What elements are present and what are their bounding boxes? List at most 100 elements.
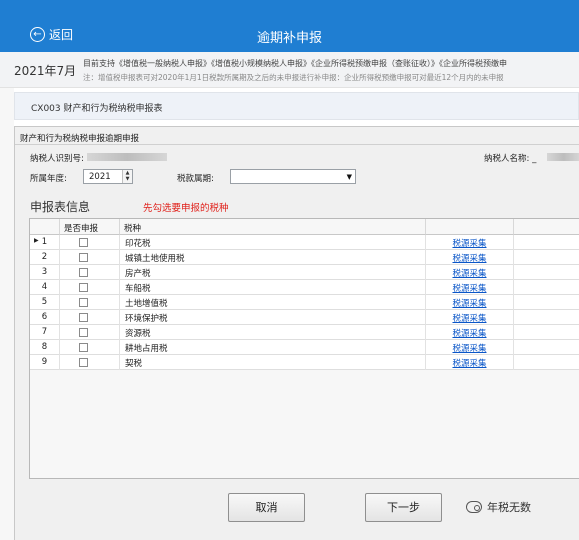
row-number: 6 bbox=[30, 310, 60, 325]
col-header-collect bbox=[426, 219, 514, 235]
tax-type-cell: 印花税 bbox=[120, 235, 426, 250]
tax-type-cell: 资源税 bbox=[120, 325, 426, 340]
collect-link[interactable]: 税源采集 bbox=[426, 295, 514, 310]
col-header-tax-type: 税种 bbox=[120, 219, 426, 235]
collect-link[interactable]: 税源采集 bbox=[426, 265, 514, 280]
cancel-button[interactable]: 取消 bbox=[228, 493, 305, 522]
form-code-bar: CX003 财产和行为税纳税申报表 bbox=[14, 92, 579, 120]
table-row[interactable]: 2 城镇土地使用税 税源采集 bbox=[30, 250, 579, 265]
collect-link[interactable]: 税源采集 bbox=[426, 325, 514, 340]
row-pointer-icon: ▶ bbox=[34, 237, 39, 244]
left-strip bbox=[0, 88, 14, 540]
row-number-text: 1 bbox=[41, 237, 48, 247]
table-row[interactable]: 8 耕地占用税 税源采集 bbox=[30, 340, 579, 355]
collect-link[interactable]: 税源采集 bbox=[426, 250, 514, 265]
declare-cell bbox=[60, 310, 120, 325]
declare-checkbox[interactable] bbox=[79, 358, 88, 367]
taxpayer-id-label: 纳税人识别号: bbox=[30, 154, 84, 164]
notice-text: 目前支持《增值税一般纳税人申报》《增值税小规模纳税人申报》《企业所得税预缴申报（… bbox=[83, 59, 507, 68]
declare-cell bbox=[60, 265, 120, 280]
row-number: 2 bbox=[30, 250, 60, 265]
declare-checkbox[interactable] bbox=[79, 298, 88, 307]
top-header: ← 返回 逾期补申报 bbox=[0, 0, 579, 52]
declare-checkbox[interactable] bbox=[79, 313, 88, 322]
row-number-text: 3 bbox=[41, 267, 48, 277]
extra-cell bbox=[514, 310, 579, 325]
declare-checkbox[interactable] bbox=[79, 328, 88, 337]
row-number: 5 bbox=[30, 295, 60, 310]
collect-link[interactable]: 税源采集 bbox=[426, 235, 514, 250]
table-row[interactable]: 9 契税 税源采集 bbox=[30, 355, 579, 370]
tax-type-grid: 是否申报 税种 ▶ 1 印花税 税源采集 2 城镇土地使用税 税源采集 3 房产税 税源采集 4 车船… bbox=[29, 218, 579, 479]
tax-type-cell: 耕地占用税 bbox=[120, 340, 426, 355]
declare-checkbox[interactable] bbox=[79, 283, 88, 292]
table-row[interactable]: 4 车船税 税源采集 bbox=[30, 280, 579, 295]
year-label: 所属年度: bbox=[30, 174, 67, 184]
period-select[interactable]: ▼ bbox=[230, 169, 356, 184]
watermark-text: 年税无数 bbox=[487, 501, 531, 514]
table-row[interactable]: 6 环境保护税 税源采集 bbox=[30, 310, 579, 325]
collect-link[interactable]: 税源采集 bbox=[426, 310, 514, 325]
declare-cell bbox=[60, 295, 120, 310]
wechat-icon bbox=[466, 501, 482, 513]
declare-checkbox[interactable] bbox=[79, 238, 88, 247]
declare-cell bbox=[60, 340, 120, 355]
row-number: 3 bbox=[30, 265, 60, 280]
next-button[interactable]: 下一步 bbox=[365, 493, 442, 522]
window-divider bbox=[15, 144, 579, 145]
extra-cell bbox=[514, 295, 579, 310]
col-header-extra bbox=[514, 219, 579, 235]
row-number-text: 4 bbox=[41, 282, 48, 292]
year-value: 2021 bbox=[89, 172, 111, 182]
tax-type-cell: 房产税 bbox=[120, 265, 426, 280]
declare-cell bbox=[60, 250, 120, 265]
declare-checkbox[interactable] bbox=[79, 343, 88, 352]
dropdown-arrow-icon: ▼ bbox=[346, 173, 352, 181]
row-number-text: 6 bbox=[41, 312, 48, 322]
year-spinner[interactable]: 2021 ▲ ▼ bbox=[83, 169, 133, 184]
window-title: 财产和行为税纳税申报逾期申报 bbox=[20, 134, 140, 144]
declare-checkbox[interactable] bbox=[79, 268, 88, 277]
collect-link[interactable]: 税源采集 bbox=[426, 340, 514, 355]
extra-cell bbox=[514, 250, 579, 265]
table-row[interactable]: 7 资源税 税源采集 bbox=[30, 325, 579, 340]
extra-cell bbox=[514, 355, 579, 370]
col-header-declare: 是否申报 bbox=[60, 219, 120, 235]
row-number-text: 7 bbox=[41, 327, 48, 337]
extra-cell bbox=[514, 265, 579, 280]
section-title: 申报表信息 bbox=[30, 200, 91, 214]
declare-checkbox[interactable] bbox=[79, 253, 88, 262]
extra-cell bbox=[514, 325, 579, 340]
notice-month: 2021年7月 bbox=[14, 64, 77, 78]
col-header-row-num bbox=[30, 219, 60, 235]
collect-link[interactable]: 税源采集 bbox=[426, 280, 514, 295]
extra-cell bbox=[514, 235, 579, 250]
watermark: 年税无数 bbox=[466, 499, 531, 515]
declare-cell bbox=[60, 355, 120, 370]
tax-type-cell: 城镇土地使用税 bbox=[120, 250, 426, 265]
extra-cell bbox=[514, 280, 579, 295]
declare-cell bbox=[60, 280, 120, 295]
declaration-window: 财产和行为税纳税申报逾期申报 纳税人识别号: 纳税人名称: _ 所属年度: 20… bbox=[14, 126, 579, 540]
extra-cell bbox=[514, 340, 579, 355]
row-number-text: 2 bbox=[41, 252, 48, 262]
row-number: 4 bbox=[30, 280, 60, 295]
notice-bar: 2021年7月 目前支持《增值税一般纳税人申报》《增值税小规模纳税人申报》《企业… bbox=[0, 52, 579, 88]
collect-link[interactable]: 税源采集 bbox=[426, 355, 514, 370]
row-number-text: 5 bbox=[41, 297, 48, 307]
notice-note: 注：增值税申报表可对2020年1月1日税款所属期及之后的未申报进行补申报：企业所… bbox=[83, 73, 504, 82]
table-row[interactable]: ▶ 1 印花税 税源采集 bbox=[30, 235, 579, 250]
form-code: CX003 财产和行为税纳税申报表 bbox=[31, 104, 163, 114]
table-row[interactable]: 3 房产税 税源采集 bbox=[30, 265, 579, 280]
row-number-text: 9 bbox=[41, 357, 48, 367]
taxpayer-id-redacted bbox=[87, 153, 167, 161]
spinner-arrows-icon[interactable]: ▲ ▼ bbox=[122, 170, 132, 183]
row-number: 9 bbox=[30, 355, 60, 370]
tax-type-cell: 环境保护税 bbox=[120, 310, 426, 325]
row-number: 8 bbox=[30, 340, 60, 355]
table-row[interactable]: 5 土地增值税 税源采集 bbox=[30, 295, 579, 310]
row-number-text: 8 bbox=[41, 342, 48, 352]
taxpayer-name-redacted bbox=[547, 153, 579, 161]
hint-text: 先勾选要申报的税种 bbox=[143, 203, 229, 214]
tax-type-cell: 契税 bbox=[120, 355, 426, 370]
